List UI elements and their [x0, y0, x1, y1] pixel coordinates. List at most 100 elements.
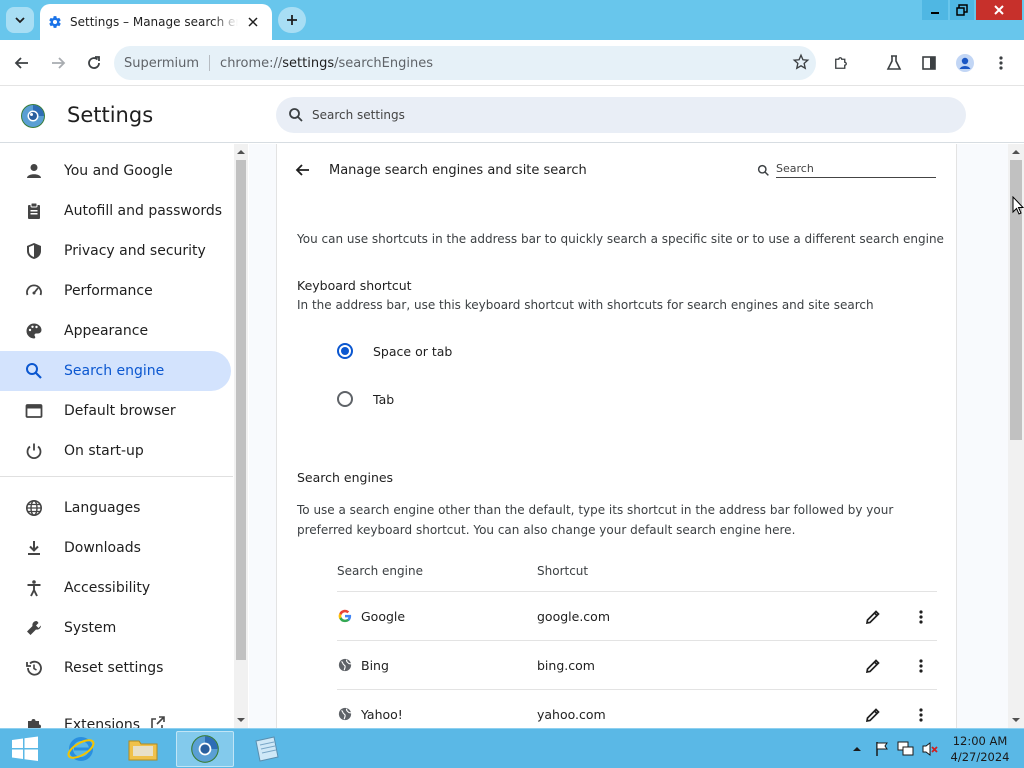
more-actions-button[interactable]: [909, 703, 933, 727]
sidebar-item-label: Search engine: [64, 363, 165, 379]
taskbar-internet-explorer[interactable]: [52, 731, 110, 767]
sidebar-item-system[interactable]: System: [0, 608, 231, 648]
address-bar[interactable]: Supermium chrome://settings/searchEngine…: [114, 46, 816, 80]
sidebar-item-default-browser[interactable]: Default browser: [0, 391, 231, 431]
bookmark-button[interactable]: [792, 53, 810, 75]
url-scheme: chrome://: [220, 55, 283, 71]
taskbar-file-explorer[interactable]: [114, 731, 172, 767]
search-icon: [24, 361, 44, 381]
download-icon: [24, 538, 44, 558]
arrow-left-icon: [14, 57, 28, 69]
gear-icon: [49, 16, 61, 28]
back-arrow-button[interactable]: [293, 160, 313, 180]
sidebar-scrollbar[interactable]: [234, 144, 248, 728]
sidebar-item-appearance[interactable]: Appearance: [0, 311, 231, 351]
radio-option-tab[interactable]: Tab: [337, 389, 394, 409]
sidebar-item-performance[interactable]: Performance: [0, 271, 231, 311]
folder-icon: [128, 740, 158, 761]
sidebar-item-autofill[interactable]: Autofill and passwords: [0, 191, 231, 231]
tab-title: Settings – Manage search engines: [70, 15, 238, 29]
accessibility-icon: [24, 578, 44, 598]
supermium-logo-icon: [21, 104, 45, 128]
windows-logo-icon: [12, 736, 38, 761]
engine-name: Yahoo!: [361, 707, 403, 722]
scroll-down-arrow-icon[interactable]: [1012, 716, 1020, 724]
sidebar-divider: [0, 476, 233, 477]
new-tab-button[interactable]: [278, 7, 306, 33]
sidebar-scrollbar-thumb[interactable]: [236, 160, 246, 660]
tab-close-button[interactable]: [244, 13, 262, 31]
tray-overflow-button[interactable]: [850, 739, 864, 759]
close-icon: [248, 17, 258, 27]
tray-network[interactable]: [896, 739, 916, 759]
side-panel-button[interactable]: [914, 48, 944, 78]
browser-toolbar: Supermium chrome://settings/searchEngine…: [0, 40, 1024, 86]
tray-volume[interactable]: [920, 739, 940, 759]
sidebar-item-on-startup[interactable]: On start-up: [0, 431, 231, 471]
scroll-up-arrow-icon[interactable]: [237, 148, 245, 156]
scroll-down-arrow-icon[interactable]: [237, 716, 245, 724]
browser-menu-button[interactable]: [986, 48, 1016, 78]
radio-option-space-or-tab[interactable]: Space or tab: [337, 341, 452, 361]
engine-name: Bing: [361, 658, 389, 673]
mouse-cursor-icon: [1012, 196, 1024, 215]
extensions-button[interactable]: [826, 48, 856, 78]
sidebar-item-label: Extensions: [64, 717, 141, 728]
more-actions-button[interactable]: [909, 654, 933, 678]
subpage-search-input[interactable]: Search: [776, 162, 936, 178]
settings-sidebar: You and Google Autofill and passwords Pr…: [0, 144, 233, 728]
edit-button[interactable]: [861, 654, 885, 678]
main-scrollbar[interactable]: [1008, 144, 1024, 728]
sidebar-item-reset-settings[interactable]: Reset settings: [0, 648, 231, 688]
taskbar-clock[interactable]: 12:00 AM 4/27/2024: [944, 733, 1016, 765]
engine-name: Google: [361, 609, 406, 624]
engine-shortcut: yahoo.com: [537, 707, 606, 722]
sidebar-item-privacy[interactable]: Privacy and security: [0, 231, 231, 271]
more-actions-button[interactable]: [909, 605, 933, 629]
search-engines-heading: Search engines: [297, 470, 394, 485]
engine-shortcut: bing.com: [537, 658, 595, 673]
tray-action-center[interactable]: [872, 739, 892, 759]
edit-button[interactable]: [861, 703, 885, 727]
back-button[interactable]: [7, 48, 37, 78]
star-icon: [792, 53, 810, 70]
radio-button-checked[interactable]: [337, 343, 353, 359]
window-restore-button[interactable]: [950, 0, 974, 20]
plus-icon: [287, 15, 297, 25]
reload-button[interactable]: [79, 48, 109, 78]
puzzle-icon: [24, 715, 44, 728]
search-settings-box[interactable]: [276, 97, 966, 133]
sidebar-item-search-engine[interactable]: Search engine: [0, 351, 231, 391]
more-vert-icon: [999, 56, 1003, 70]
edit-button[interactable]: [861, 605, 885, 629]
close-icon: [994, 5, 1004, 15]
sidebar-item-label: System: [64, 620, 117, 636]
sidebar-item-accessibility[interactable]: Accessibility: [0, 568, 231, 608]
palette-icon: [24, 321, 44, 341]
window-close-button[interactable]: [976, 0, 1022, 20]
internet-explorer-icon: [67, 737, 95, 761]
sidebar-item-extensions[interactable]: Extensions: [0, 705, 231, 728]
taskbar-notepad[interactable]: [238, 731, 296, 767]
sidebar-item-languages[interactable]: Languages: [0, 488, 231, 528]
profile-button[interactable]: [950, 48, 980, 78]
search-settings-input[interactable]: [312, 108, 912, 122]
forward-button[interactable]: [43, 48, 73, 78]
google-g-icon: [337, 608, 353, 624]
browser-tab-settings[interactable]: Settings – Manage search engines: [40, 4, 272, 40]
subpage-search[interactable]: Search: [757, 160, 937, 180]
clock-time: 12:00 AM: [952, 734, 1008, 748]
labs-button[interactable]: [879, 48, 909, 78]
sidebar-item-downloads[interactable]: Downloads: [0, 528, 231, 568]
window-minimize-button[interactable]: [922, 0, 948, 20]
browser-window-icon: [24, 401, 44, 421]
start-button[interactable]: [4, 733, 46, 765]
clipboard-icon: [24, 201, 44, 221]
scroll-up-arrow-icon[interactable]: [1012, 148, 1020, 156]
sidebar-item-you-and-google[interactable]: You and Google: [0, 151, 231, 191]
taskbar-supermium[interactable]: [176, 731, 234, 767]
tab-search-button[interactable]: [6, 7, 34, 33]
column-header-shortcut: Shortcut: [537, 564, 589, 578]
radio-button-unchecked[interactable]: [337, 391, 353, 407]
wrench-icon: [24, 618, 44, 638]
